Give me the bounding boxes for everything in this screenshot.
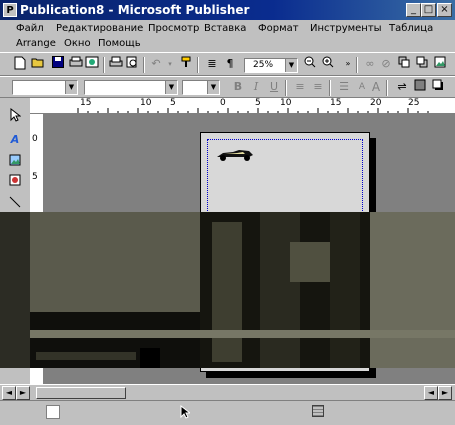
menu-tools[interactable]: Инструменты [310,23,382,34]
fill-color-icon[interactable] [412,79,428,95]
print-merge-icon[interactable] [68,56,84,72]
web-preview-icon[interactable] [84,56,100,72]
mouse-cursor-icon [180,404,192,422]
align-center-icon[interactable]: ≡ [310,79,326,95]
menu-bar: Файл Редактирование Просмотр Вставка Фор… [0,20,455,52]
page-navigator-icon[interactable] [46,405,60,419]
ruler-label: 25 [408,98,420,108]
menu-window[interactable]: Окно [64,38,91,49]
underline-button[interactable]: U [266,79,282,95]
print-icon[interactable] [108,56,124,72]
race-car-picture[interactable] [215,147,255,161]
toolbar-separator [143,57,145,73]
zoom-in-icon[interactable] [320,56,336,72]
toolbar-separator [285,80,287,96]
chevron-down-icon[interactable]: ▼ [165,81,177,94]
text-frame-icon[interactable]: A [7,132,23,148]
standard-toolbar: ↶ ▾ ≣ ¶ 25% ▼ » ∞ ⊘ [0,52,455,76]
menu-help[interactable]: Помощь [98,38,141,49]
chevron-down-icon[interactable]: ▼ [207,81,219,94]
ruler-label: 5 [32,172,38,182]
horizontal-scrollbar[interactable]: ◄ ► ◄ ► [0,384,455,400]
menu-insert[interactable]: Вставка [204,23,246,34]
line-style-icon[interactable]: ⇌ [394,79,410,95]
italic-button[interactable]: I [248,79,264,95]
font-select[interactable]: ▼ [84,80,178,95]
toolbar-separator [103,57,105,73]
title-bar: P Publication8 - Microsoft Publisher _ □… [0,0,455,20]
zoom-out-icon[interactable] [302,56,318,72]
ruler-label: 20 [370,98,382,108]
send-back-icon[interactable] [414,56,430,72]
toolbar-separator [386,80,388,96]
object-position-icon [312,405,324,417]
toolbar-separator [356,57,358,73]
chevron-down-icon[interactable]: ▼ [285,59,297,72]
align-left-icon[interactable]: ≡ [292,79,308,95]
columns-icon[interactable]: ≣ [204,56,220,72]
status-bar [0,400,455,425]
close-button[interactable]: × [437,3,452,17]
unlink-icon[interactable]: ⊘ [378,56,394,72]
pilcrow-icon[interactable]: ¶ [222,56,238,72]
save-icon[interactable] [50,56,66,72]
scroll-left-icon[interactable]: ◄ [424,386,438,400]
corrupted-render-region [0,212,455,368]
scroll-right-icon[interactable]: ► [438,386,452,400]
horizontal-ruler[interactable]: 15 10 5 0 5 10 15 20 25 [30,98,455,114]
ruler-label: 15 [80,98,92,108]
menu-edit[interactable]: Редактирование [56,23,143,34]
undo-dropdown-icon[interactable]: ▾ [162,56,178,72]
pointer-tool-icon[interactable] [7,107,23,124]
publisher-app-icon[interactable]: P [3,3,17,17]
zoom-value: 25% [253,60,274,70]
line-icon[interactable] [7,196,23,212]
window-title: Publication8 - Microsoft Publisher [20,3,250,17]
bring-front-icon[interactable] [396,56,412,72]
menu-view[interactable]: Просмотр [148,23,199,34]
menu-arrange[interactable]: Аrrange [16,38,56,49]
picture-options-icon[interactable] [432,56,448,72]
ruler-label: 0 [32,134,38,144]
scroll-thumb[interactable] [36,387,126,399]
link-icon[interactable]: ∞ [362,56,378,72]
scroll-left-icon[interactable]: ◄ [2,386,16,400]
picture-icon[interactable] [7,154,23,170]
menu-table[interactable]: Таблица [389,23,433,34]
bullets-icon[interactable]: ☰ [336,79,352,95]
increase-font-icon[interactable]: A [368,79,384,95]
shadow-icon[interactable] [430,79,446,95]
toolbar-separator [197,57,199,73]
ruler-label: 5 [255,98,261,108]
maximize-button[interactable]: □ [421,3,436,17]
format-painter-icon[interactable] [178,56,194,72]
chevron-down-icon[interactable]: ▼ [65,81,77,94]
zoom-select[interactable]: 25% ▼ [244,58,298,73]
minimize-button[interactable]: _ [406,3,421,17]
more-buttons-icon[interactable]: » [340,56,356,72]
ruler-label: 15 [330,98,342,108]
scroll-right-icon[interactable]: ► [16,386,30,400]
menu-format[interactable]: Формат [258,23,299,34]
new-document-icon[interactable] [12,56,28,72]
bold-button[interactable]: B [230,79,246,95]
ruler-label: 10 [140,98,152,108]
style-select[interactable]: ▼ [12,80,78,95]
toolbar-separator [329,80,331,96]
clip-gallery-icon[interactable] [7,174,23,190]
font-size-select[interactable]: ▼ [182,80,220,95]
menu-file[interactable]: Файл [16,23,44,34]
ruler-label: 5 [170,98,176,108]
ruler-ticks [77,108,429,113]
formatting-toolbar: ▼ ▼ ▼ B I U ≡ ≡ ☰ A A ⇌ [0,76,455,98]
print-preview-icon[interactable] [124,56,140,72]
ruler-label: 0 [220,98,226,108]
open-icon[interactable] [30,56,46,72]
ruler-label: 10 [280,98,292,108]
